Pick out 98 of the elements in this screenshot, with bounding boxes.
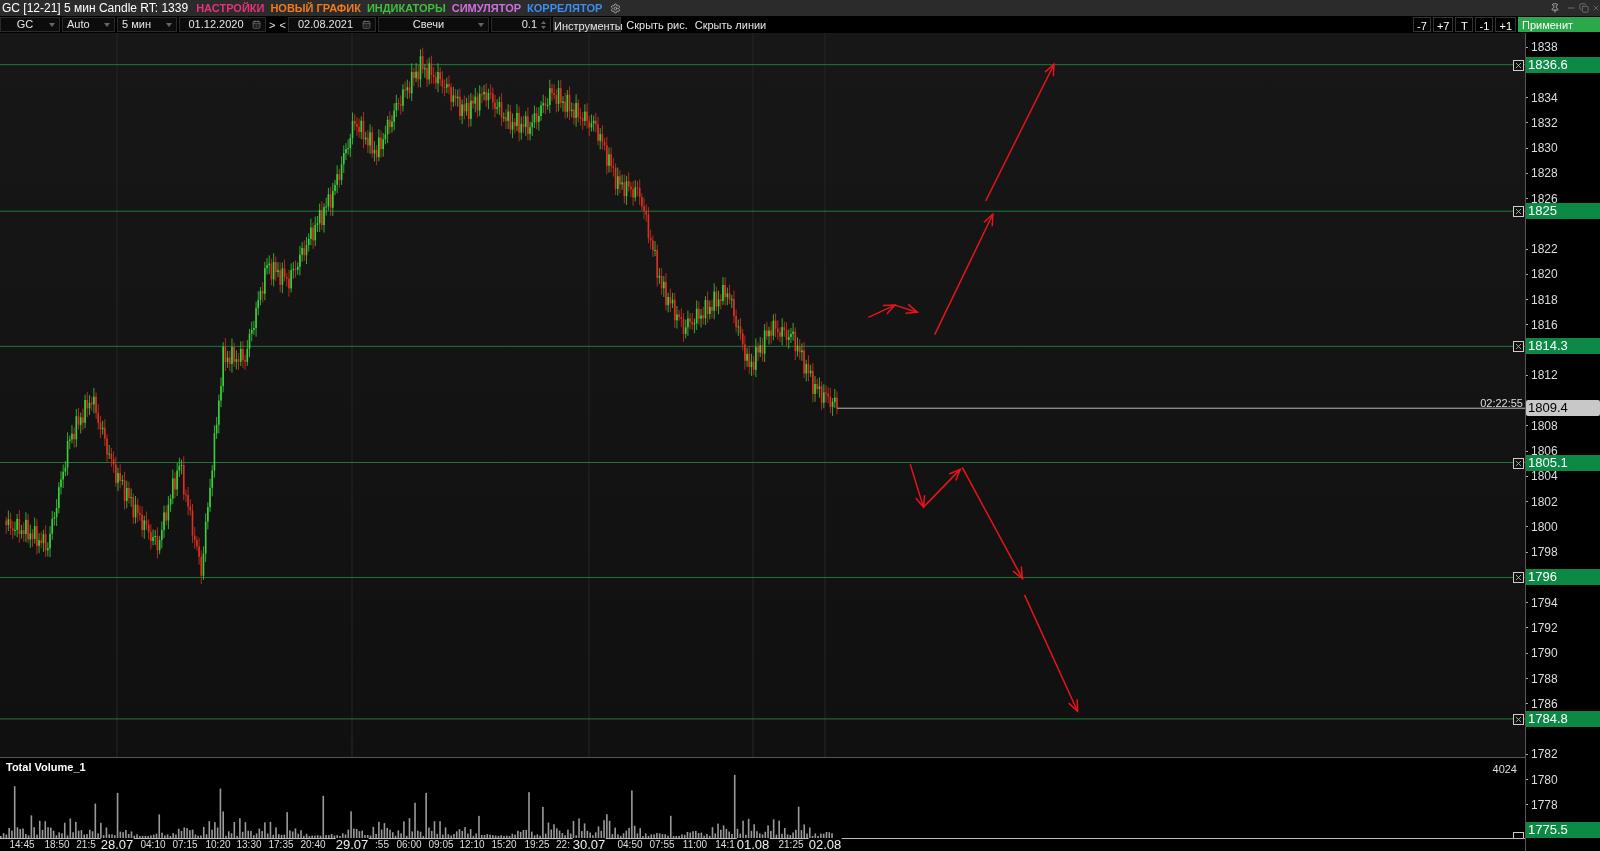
price-tick-label: 1800: [1526, 520, 1558, 533]
dropdown[interactable]: GC: [0, 17, 60, 32]
price-tick-label: 1822: [1526, 243, 1558, 256]
time-label: 15:20: [491, 840, 517, 850]
caret-icon: [104, 22, 110, 27]
caret-icon: [49, 22, 55, 27]
number-field[interactable]: 0.1: [491, 17, 551, 32]
volume-max-value: 4024: [1492, 762, 1517, 777]
time-label: 14:1: [715, 840, 735, 850]
spinner-icon: [541, 19, 546, 30]
price-tick-label: 1812: [1526, 369, 1558, 382]
time-label: 09:05: [428, 840, 454, 850]
time-label: 04:10: [140, 840, 166, 850]
price-tick-label: 1816: [1526, 318, 1558, 331]
close-icon[interactable]: [1513, 59, 1524, 71]
date-label: 01.08: [736, 838, 770, 851]
price-tick-label: 1780: [1526, 773, 1558, 786]
time-label: 18:50: [44, 840, 70, 850]
price-tick-label: 1802: [1526, 495, 1558, 508]
level-price-label: 1825: [1526, 203, 1600, 220]
step-button[interactable]: +7: [1432, 17, 1454, 32]
level-line[interactable]: [0, 462, 1525, 464]
price-tick-label: 1786: [1526, 697, 1558, 710]
time-label: 21:25: [778, 840, 804, 850]
pin-icon[interactable]: [1550, 3, 1560, 13]
time-label: :55: [375, 840, 389, 850]
level-price-label: 1814.3: [1526, 338, 1600, 355]
window-title: GC [12-21] 5 мин Candle RT: 1339: [1, 0, 190, 17]
close-icon[interactable]: [1513, 341, 1524, 353]
step-button[interactable]: T: [1455, 17, 1474, 32]
menu-item[interactable]: КОРРЕЛЯТОР: [527, 0, 603, 17]
price-tick-label: 1820: [1526, 268, 1558, 281]
calendar-icon: [252, 20, 261, 29]
time-label: 10:20: [205, 840, 231, 850]
step-button[interactable]: -7: [1412, 17, 1431, 32]
time-label: 04:50: [617, 840, 643, 850]
time-label: 17:35: [268, 840, 294, 850]
calendar-icon: [362, 20, 371, 29]
level-price-label: 1796: [1526, 569, 1600, 586]
date-label: 28.07: [100, 838, 134, 851]
time-label: 07:55: [649, 840, 675, 850]
dropdown[interactable]: 5 мин: [117, 17, 177, 32]
price-tick-label: 1778: [1526, 798, 1558, 811]
dropdown[interactable]: Auto: [62, 17, 115, 32]
price-tick-label: 1818: [1526, 293, 1558, 306]
date-field[interactable]: 02.08.2021: [288, 17, 376, 32]
time-label: 13:30: [236, 840, 262, 850]
price-tick-label: 1804: [1526, 470, 1558, 483]
time-label: 11:00: [682, 840, 708, 850]
gear-icon[interactable]: [610, 2, 622, 14]
close-icon[interactable]: [1513, 457, 1524, 469]
price-tick-label: 1782: [1526, 748, 1558, 761]
level-price-label: 1805.1: [1526, 454, 1600, 471]
date-label: 30.07: [572, 838, 606, 851]
close-icon[interactable]: [1513, 206, 1524, 218]
time-label: 14:45: [9, 840, 35, 850]
price-tick-label: 1834: [1526, 91, 1558, 104]
restore-icon[interactable]: [1579, 3, 1589, 13]
close-icon[interactable]: [1513, 713, 1524, 725]
tools-button[interactable]: Инструменты: [553, 17, 621, 32]
level-price-label: 1784.8: [1526, 710, 1600, 727]
date-label: 29.07: [335, 838, 369, 851]
close-icon[interactable]: [1513, 572, 1524, 584]
date-field[interactable]: 01.12.2020: [179, 17, 266, 32]
price-tick-label: 1788: [1526, 672, 1558, 685]
menu-item[interactable]: ИНДИКАТОРЫ: [366, 0, 446, 17]
menu-item[interactable]: СИМУЛЯТОР: [451, 0, 522, 17]
arrow-drawing: [894, 303, 920, 315]
volume-title: Total Volume_1: [6, 760, 86, 775]
price-tick-label: 1832: [1526, 116, 1558, 129]
menu-item[interactable]: НОВЫЙ ГРАФИК: [270, 0, 361, 17]
step-button[interactable]: -1: [1475, 17, 1494, 32]
price-tick-label: 1790: [1526, 647, 1558, 660]
time-label: 21:5: [76, 840, 96, 850]
time-label: 06:00: [396, 840, 422, 850]
price-tick-label: 1794: [1526, 596, 1558, 609]
time-label: 20:40: [300, 840, 326, 850]
level-price-label: 1836.6: [1526, 56, 1600, 73]
current-price-label: 1809.4: [1526, 400, 1600, 417]
time-label: 07:15: [172, 840, 198, 850]
volume-price-label: 1775.5: [1526, 822, 1600, 838]
dropdown[interactable]: Свечи: [378, 17, 489, 32]
date-label: 02.08: [808, 838, 842, 851]
time-label: 19:25: [524, 840, 550, 850]
price-tick-label: 1830: [1526, 142, 1558, 155]
price-tick-label: 1828: [1526, 167, 1558, 180]
price-tick-label: 1792: [1526, 621, 1558, 634]
countdown-time: 02:22:55: [1480, 396, 1523, 412]
caret-icon: [478, 22, 484, 27]
time-label: 12:10: [459, 840, 485, 850]
arrow-drawing: [867, 304, 897, 319]
price-tick-label: 1826: [1526, 192, 1558, 205]
time-label: 22:: [556, 840, 570, 850]
price-tick-label: 1808: [1526, 419, 1558, 432]
price-tick-label: 1798: [1526, 546, 1558, 559]
price-tick-label: 1838: [1526, 41, 1558, 53]
caret-icon: [166, 22, 172, 27]
step-button[interactable]: +1: [1495, 17, 1516, 32]
